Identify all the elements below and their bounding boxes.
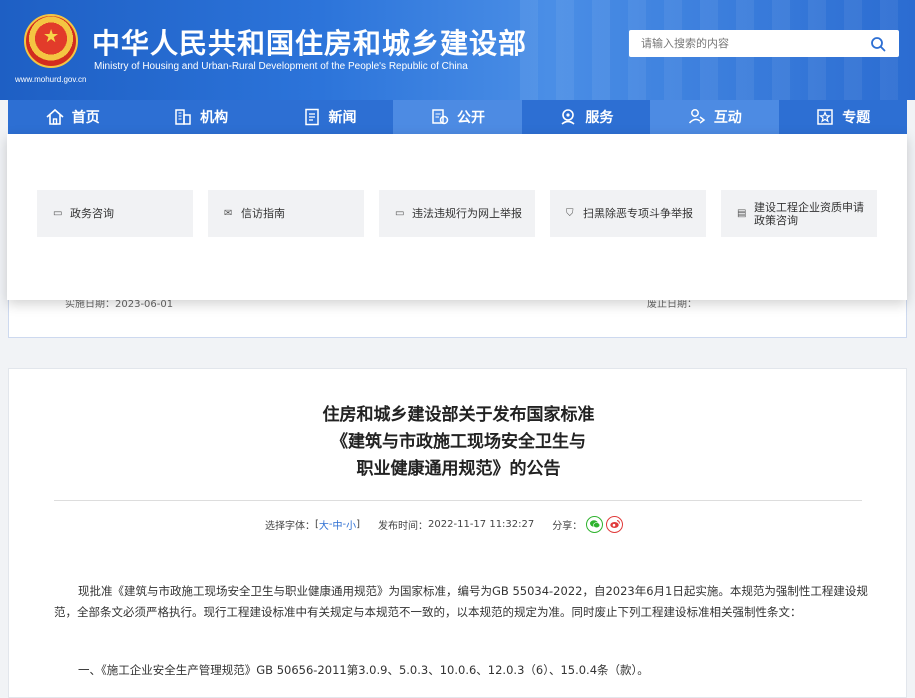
search-input[interactable] — [629, 30, 857, 57]
shield-icon: ⛉ — [566, 208, 574, 219]
nav-label: 公开 — [456, 110, 485, 126]
site-url: www.mohurd.gov.cn — [15, 75, 87, 84]
nav-label: 机构 — [200, 110, 229, 126]
font-large-link[interactable]: 大 — [319, 517, 329, 532]
dropdown-item-petition-guide[interactable]: ✉ 信访指南 — [208, 190, 364, 237]
nav-item-topic[interactable]: 专题 — [779, 100, 907, 134]
wechat-share-icon[interactable] — [586, 515, 604, 533]
building-icon — [175, 109, 191, 125]
site-subtitle: Ministry of Housing and Urban-Rural Deve… — [94, 61, 468, 72]
nav-item-interact[interactable]: 互动 — [650, 100, 779, 134]
service-icon — [561, 109, 575, 125]
site-title: 中华人民共和国住房和城乡建设部 — [92, 27, 528, 60]
font-medium-link[interactable]: 中 — [333, 517, 343, 532]
nav-item-organization[interactable]: 机构 — [136, 100, 264, 134]
nav-label: 专题 — [842, 110, 871, 126]
chat-icon: ▭ — [53, 208, 63, 219]
weibo-share-icon[interactable] — [606, 515, 624, 533]
monitor-icon: ▭ — [395, 208, 405, 219]
nav-label: 服务 — [585, 110, 614, 126]
search-button[interactable] — [857, 30, 899, 57]
publish-time: 2022-11-17 11:32:27 — [428, 518, 535, 530]
article-list-item: 一、《施工企业安全生产管理规范》GB 50656-2011第3.0.9、5.0.… — [78, 663, 649, 677]
interact-dropdown-menu: ▭ 政务咨询 ✉ 信访指南 ▭ 违法违规行为网上举报 ⛉ 扫黑除恶专项斗争举报 … — [7, 134, 907, 300]
nav-label: 互动 — [713, 110, 742, 126]
nav-label: 新闻 — [328, 110, 357, 126]
article-title: 住房和城乡建设部关于发布国家标准 《建筑与市政施工现场安全卫生与 职业健康通用规… — [322, 405, 595, 479]
font-size-label: 选择字体： — [265, 520, 315, 532]
nav-label: 首页 — [71, 110, 100, 126]
dropdown-item-qualification-consult[interactable]: ▤ 建设工程企业资质申请政策咨询 — [721, 190, 877, 237]
share-label: 分享： — [552, 520, 583, 532]
search-icon — [871, 36, 886, 51]
nav-item-open[interactable]: 公开 — [393, 100, 522, 134]
document-icon: ▤ — [737, 208, 747, 219]
nav-item-service[interactable]: 服务 — [522, 100, 650, 134]
open-icon — [432, 109, 449, 125]
dropdown-item-crime-report[interactable]: ⛉ 扫黑除恶专项斗争举报 — [550, 190, 706, 237]
article-meta: 选择字体： [ 大 - 中 - 小 ] 发布时间： 2022-11-17 11:… — [265, 515, 624, 533]
national-emblem-icon: ★ — [24, 14, 78, 68]
topic-icon — [817, 109, 833, 125]
article-panel: 住房和城乡建设部关于发布国家标准 《建筑与市政施工现场安全卫生与 职业健康通用规… — [8, 368, 907, 698]
news-icon — [304, 108, 319, 126]
main-nav: 首页 机构 新闻 公开 服务 互动 专题 — [8, 100, 907, 134]
title-divider — [54, 500, 862, 501]
nav-item-news[interactable]: 新闻 — [265, 100, 393, 134]
dropdown-item-consult[interactable]: ▭ 政务咨询 — [37, 190, 193, 237]
dropdown-item-violation-report[interactable]: ▭ 违法违规行为网上举报 — [379, 190, 535, 237]
interact-icon — [688, 109, 706, 124]
search-box — [629, 30, 899, 57]
home-icon — [46, 108, 64, 125]
font-small-link[interactable]: 小 — [346, 517, 356, 532]
mail-icon: ✉ — [224, 208, 233, 219]
nav-item-home[interactable]: 首页 — [8, 100, 136, 134]
publish-time-label: 发布时间： — [378, 520, 429, 532]
article-paragraph: 现批准《建筑与市政施工现场安全卫生与职业健康通用规范》为国家标准，编号为GB 5… — [54, 584, 868, 619]
